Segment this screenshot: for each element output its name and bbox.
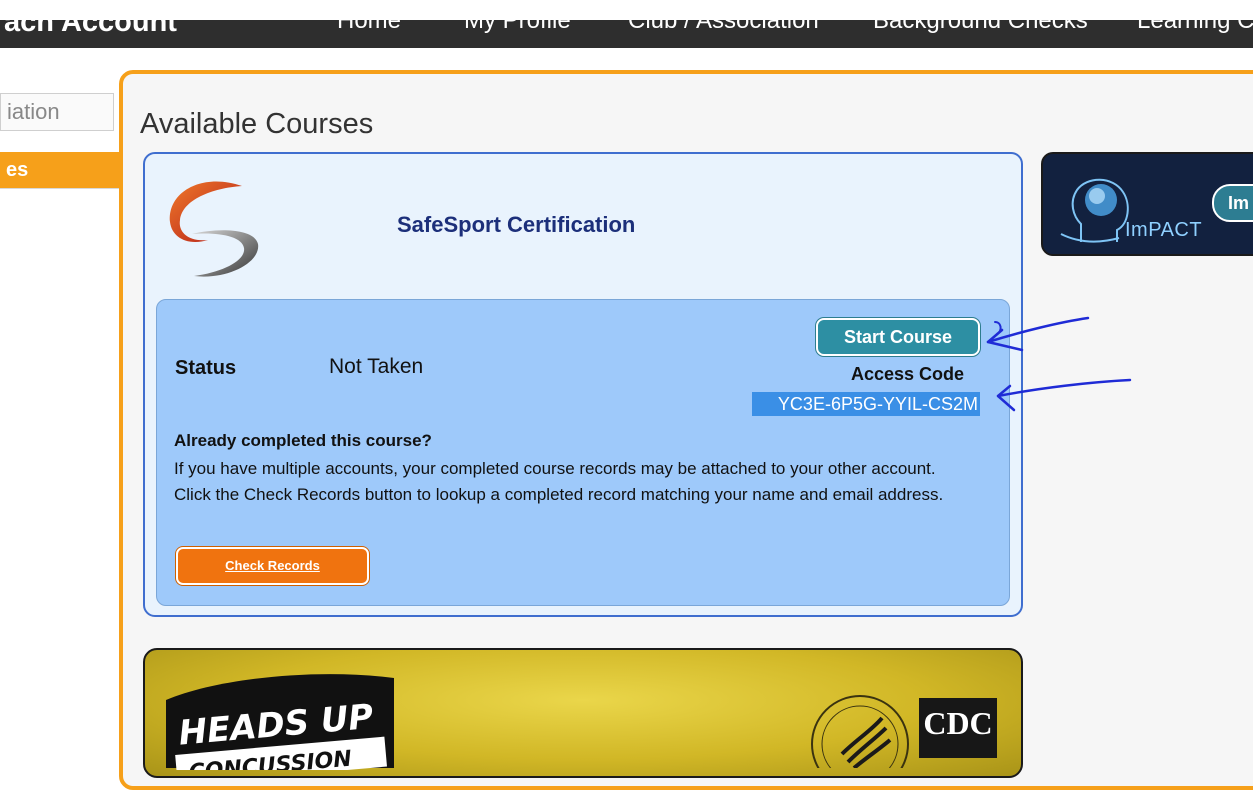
sidebar-search-field[interactable]: iation — [0, 93, 114, 131]
status-value: Not Taken — [329, 355, 424, 378]
already-completed-description: If you have multiple accounts, your comp… — [174, 459, 944, 504]
hhs-seal-icon — [811, 695, 909, 768]
cdc-logo: CDC — [919, 698, 997, 758]
safesport-logo-icon — [169, 181, 259, 277]
nav-home[interactable]: Home — [337, 7, 401, 35]
sidebar-item-courses[interactable]: es — [0, 152, 122, 188]
site-brand: ach Account — [4, 6, 177, 38]
already-completed-heading: Already completed this course? — [174, 431, 432, 450]
nav-background-checks[interactable]: Background Checks — [873, 7, 1088, 35]
impact-logo-text: ImPACT — [1125, 219, 1203, 241]
course-title: SafeSport Certification — [397, 212, 636, 237]
heads-up-concussion-logo: HEADS UP CONCUSSION — [166, 674, 394, 770]
start-course-button[interactable]: Start Course — [816, 318, 980, 356]
top-navigation-bar: ach Account Home My Profile Club / Assoc… — [0, 0, 1253, 48]
impact-course-button[interactable]: Im — [1212, 184, 1253, 222]
access-code-label: Access Code — [851, 364, 965, 384]
access-code-value[interactable]: YC3E-6P5G-YYIL-CS2M — [752, 392, 980, 416]
page-title: Available Courses — [140, 108, 374, 140]
nav-club-association[interactable]: Club / Association — [628, 7, 819, 35]
nav-learning-center[interactable]: Learning Ce — [1137, 7, 1253, 35]
sidebar-divider — [0, 188, 122, 189]
nav-my-profile[interactable]: My Profile — [464, 7, 571, 35]
status-label: Status — [175, 357, 237, 379]
check-records-button[interactable]: Check Records — [176, 547, 369, 585]
